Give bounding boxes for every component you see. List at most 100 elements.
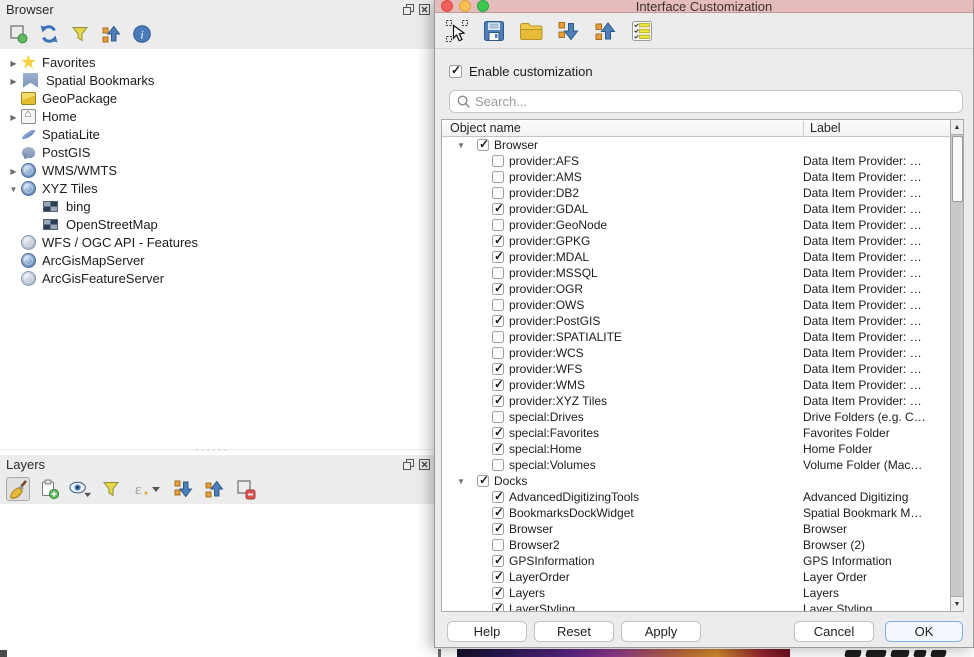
expand-arrow-icon[interactable] xyxy=(6,55,21,70)
customization-row[interactable]: provider:AFSData Item Provider: … xyxy=(442,153,950,169)
row-checkbox[interactable] xyxy=(492,187,504,199)
row-checkbox[interactable] xyxy=(492,315,504,327)
row-checkbox[interactable] xyxy=(492,443,504,455)
properties-button[interactable]: i xyxy=(130,22,154,46)
customization-row[interactable]: provider:AMSData Item Provider: … xyxy=(442,169,950,185)
row-checkbox[interactable] xyxy=(477,139,489,151)
row-checkbox[interactable] xyxy=(492,523,504,535)
customization-row[interactable]: special:VolumesVolume Folder (Mac… xyxy=(442,457,950,473)
customization-row[interactable]: AdvancedDigitizingToolsAdvanced Digitizi… xyxy=(442,489,950,505)
collapse-all-button[interactable] xyxy=(99,22,123,46)
row-checkbox[interactable] xyxy=(492,603,504,611)
customization-row[interactable]: special:FavoritesFavorites Folder xyxy=(442,425,950,441)
customization-row[interactable]: provider:PostGISData Item Provider: … xyxy=(442,313,950,329)
row-checkbox[interactable] xyxy=(492,203,504,215)
customization-row[interactable]: special:DrivesDrive Folders (e.g. C… xyxy=(442,409,950,425)
row-checkbox[interactable] xyxy=(492,587,504,599)
row-checkbox[interactable] xyxy=(492,395,504,407)
browser-panel-titlebar[interactable]: Browser xyxy=(0,0,434,19)
browser-tree-item[interactable]: WFS / OGC API - Features xyxy=(0,233,434,251)
zoom-traffic-light[interactable] xyxy=(477,0,489,12)
customization-row[interactable]: provider:WMSData Item Provider: … xyxy=(442,377,950,393)
row-checkbox[interactable] xyxy=(492,251,504,263)
row-checkbox[interactable] xyxy=(492,347,504,359)
expand-arrow-icon[interactable] xyxy=(6,109,21,124)
row-checkbox[interactable] xyxy=(492,363,504,375)
customization-row[interactable]: provider:GeoNodeData Item Provider: … xyxy=(442,217,950,233)
customization-row[interactable]: provider:WCSData Item Provider: … xyxy=(442,345,950,361)
customization-row[interactable]: LayerOrderLayer Order xyxy=(442,569,950,585)
dialog-titlebar[interactable]: Interface Customization xyxy=(435,0,973,13)
expand-arrow-icon[interactable] xyxy=(6,181,21,196)
customization-row[interactable]: provider:OGRData Item Provider: … xyxy=(442,281,950,297)
apply-button[interactable]: Apply xyxy=(621,621,701,642)
customization-row[interactable]: provider:DB2Data Item Provider: … xyxy=(442,185,950,201)
layers-panel-titlebar[interactable]: Layers xyxy=(0,455,434,474)
browser-tree-item[interactable]: bing xyxy=(0,197,434,215)
browser-tree-item[interactable]: ArcGisMapServer xyxy=(0,251,434,269)
customization-row[interactable]: Docks xyxy=(442,473,950,489)
scroll-up-icon[interactable]: ▲ xyxy=(951,120,963,135)
browser-tree-item[interactable]: WMS/WMTS xyxy=(0,161,434,179)
filter-browser-button[interactable] xyxy=(68,22,92,46)
expand-all-button[interactable] xyxy=(554,17,582,45)
browser-tree-item[interactable]: GeoPackage xyxy=(0,89,434,107)
browser-tree-item[interactable]: PostGIS xyxy=(0,143,434,161)
add-layer-button[interactable] xyxy=(6,22,30,46)
row-checkbox[interactable] xyxy=(492,555,504,567)
add-group-button[interactable] xyxy=(37,477,61,501)
customization-row[interactable]: BrowserBrowser xyxy=(442,521,950,537)
select-all-button[interactable] xyxy=(628,17,656,45)
customization-row[interactable]: LayersLayers xyxy=(442,585,950,601)
float-icon[interactable] xyxy=(402,3,415,16)
close-icon[interactable] xyxy=(418,3,431,16)
expand-arrow-icon[interactable] xyxy=(454,138,468,152)
manage-map-themes-button[interactable] xyxy=(68,477,92,501)
expand-all-button[interactable] xyxy=(171,477,195,501)
row-checkbox[interactable] xyxy=(492,267,504,279)
customization-row[interactable]: provider:XYZ TilesData Item Provider: … xyxy=(442,393,950,409)
customization-row[interactable]: Browser2Browser (2) xyxy=(442,537,950,553)
expand-arrow-icon[interactable] xyxy=(6,73,21,88)
browser-tree-item[interactable]: SpatiaLite xyxy=(0,125,434,143)
row-checkbox[interactable] xyxy=(492,155,504,167)
scrollbar-thumb[interactable] xyxy=(952,136,963,202)
customization-row[interactable]: provider:OWSData Item Provider: … xyxy=(442,297,950,313)
row-checkbox[interactable] xyxy=(492,427,504,439)
help-button[interactable]: Help xyxy=(447,621,527,642)
row-checkbox[interactable] xyxy=(492,171,504,183)
customization-row[interactable]: provider:WFSData Item Provider: … xyxy=(442,361,950,377)
row-checkbox[interactable] xyxy=(492,331,504,343)
row-checkbox[interactable] xyxy=(492,219,504,231)
close-traffic-light[interactable] xyxy=(441,0,453,12)
remove-layer-button[interactable] xyxy=(233,477,257,501)
enable-customization-checkbox[interactable] xyxy=(449,65,462,78)
browser-tree-item[interactable]: Home xyxy=(0,107,434,125)
customization-row[interactable]: LayerStylingLayer Styling xyxy=(442,601,950,611)
browser-tree-item[interactable]: Spatial Bookmarks xyxy=(0,71,434,89)
column-header-object-name[interactable]: Object name xyxy=(450,121,521,135)
row-checkbox[interactable] xyxy=(492,299,504,311)
open-styling-panel-button[interactable] xyxy=(6,477,30,501)
row-checkbox[interactable] xyxy=(492,507,504,519)
row-checkbox[interactable] xyxy=(492,411,504,423)
reset-button[interactable]: Reset xyxy=(534,621,614,642)
row-checkbox[interactable] xyxy=(492,571,504,583)
customization-row[interactable]: provider:GPKGData Item Provider: … xyxy=(442,233,950,249)
expand-arrow-icon[interactable] xyxy=(454,474,468,488)
customization-row[interactable]: special:HomeHome Folder xyxy=(442,441,950,457)
filter-legend-button[interactable] xyxy=(99,477,123,501)
customization-row[interactable]: provider:MDALData Item Provider: … xyxy=(442,249,950,265)
expand-arrow-icon[interactable] xyxy=(6,163,21,178)
filter-by-expression-button[interactable]: ε xyxy=(130,477,164,501)
row-checkbox[interactable] xyxy=(492,459,504,471)
row-checkbox[interactable] xyxy=(492,235,504,247)
browser-tree-item[interactable]: OpenStreetMap xyxy=(0,215,434,233)
collapse-all-button[interactable] xyxy=(202,477,226,501)
customization-row[interactable]: provider:SPATIALITEData Item Provider: … xyxy=(442,329,950,345)
browser-tree-item[interactable]: Favorites xyxy=(0,53,434,71)
customization-row[interactable]: GPSInformationGPS Information xyxy=(442,553,950,569)
row-checkbox[interactable] xyxy=(477,475,489,487)
customization-row[interactable]: Browser xyxy=(442,137,950,153)
save-customization-button[interactable] xyxy=(480,17,508,45)
